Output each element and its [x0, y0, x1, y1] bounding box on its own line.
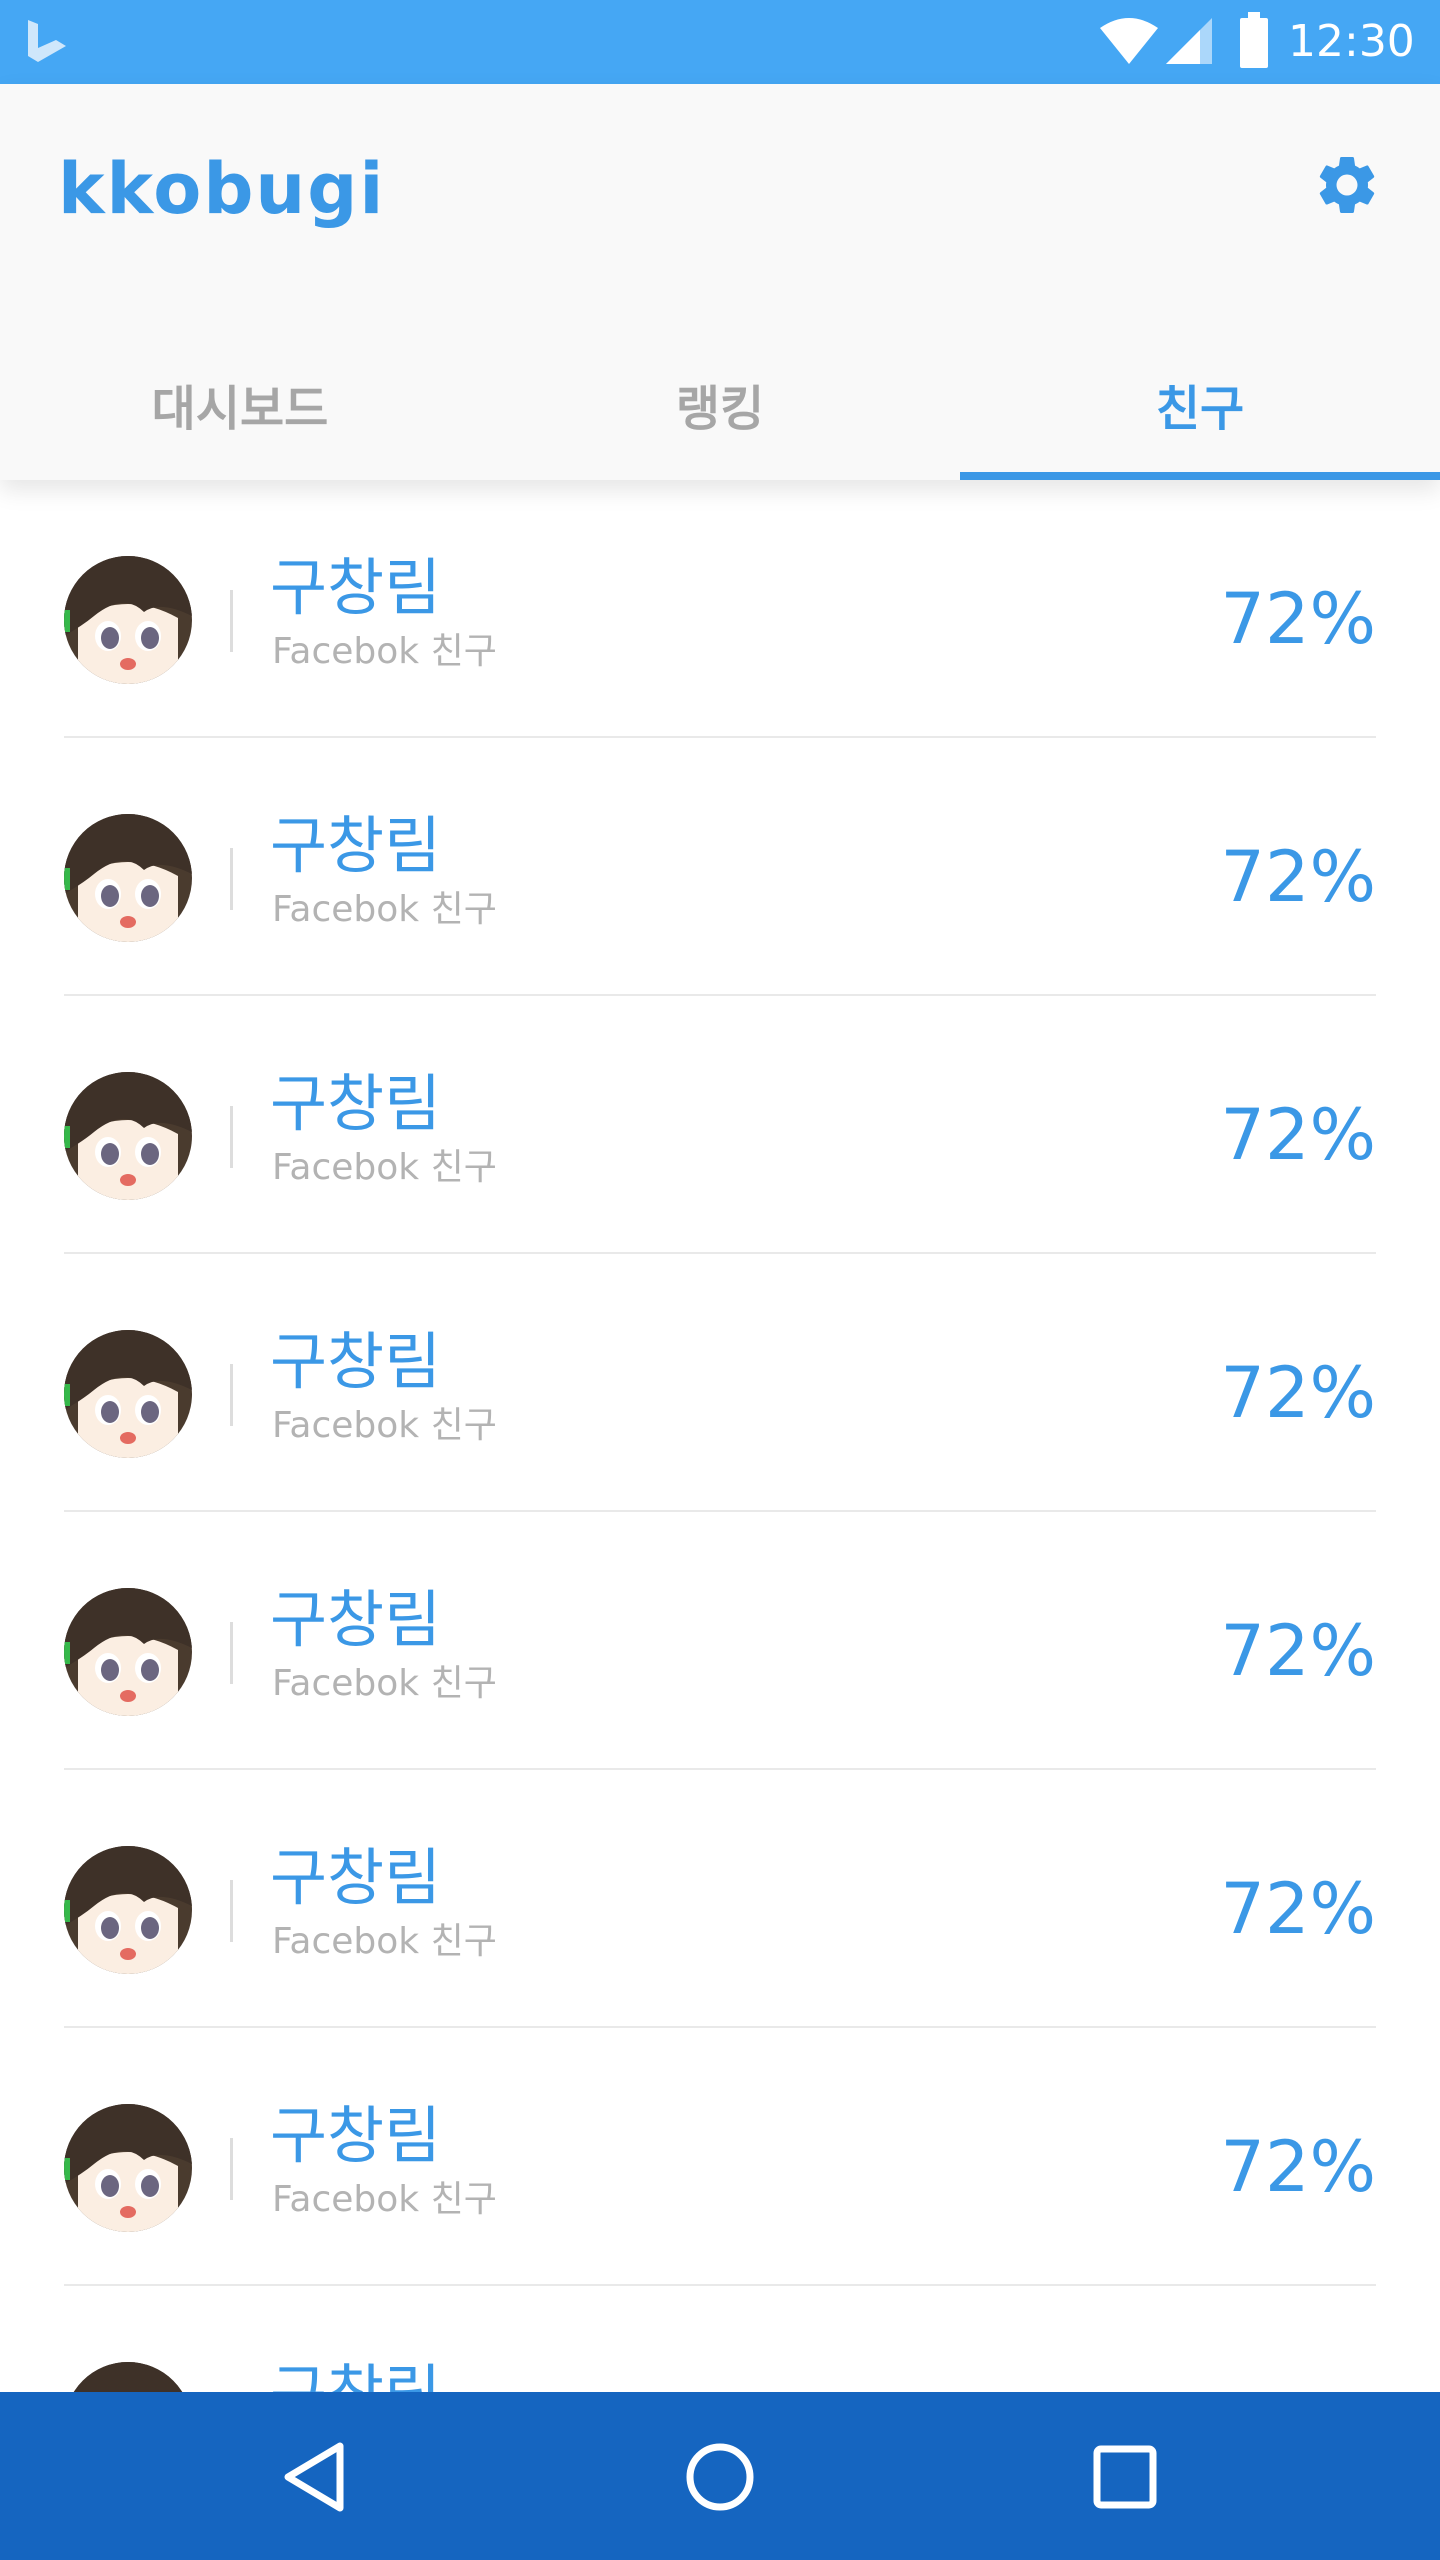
friend-source: Facebok 친구	[272, 889, 497, 930]
friend-source: Facebok 친구	[272, 2179, 497, 2220]
friend-percent: 72%	[1220, 1610, 1376, 1692]
friend-name: 구창림	[270, 2356, 441, 2392]
avatar	[64, 1072, 192, 1200]
avatar	[64, 2362, 192, 2392]
battery-icon	[1240, 12, 1268, 68]
friend-percent: 72%	[1220, 2126, 1376, 2208]
avatar	[64, 1846, 192, 1974]
bing-logo-icon	[28, 20, 66, 62]
friend-name: 구창림	[270, 1325, 442, 1398]
friend-name: 구창림	[270, 2099, 442, 2172]
friend-row[interactable]: 구창림 Facebok 친구 72%	[64, 1512, 1376, 1770]
friend-row[interactable]: 구창림 Facebok 친구 72%	[64, 738, 1376, 996]
friend-source: Facebok 친구	[272, 1921, 497, 1962]
friend-row[interactable]: 구창림 Facebok 친구 72%	[64, 996, 1376, 1254]
row-divider	[230, 590, 233, 652]
back-triangle-icon[interactable]	[270, 2432, 360, 2522]
friend-source: Facebok 친구	[272, 1147, 497, 1188]
avatar	[64, 2104, 192, 2232]
row-divider	[230, 848, 233, 910]
status-clock: 12:30	[1288, 16, 1415, 67]
wifi-icon	[1100, 18, 1158, 64]
avatar	[64, 1330, 192, 1458]
friend-percent: 72%	[1220, 1094, 1376, 1176]
avatar	[64, 814, 192, 942]
friend-name: 구창림	[270, 1583, 442, 1656]
row-divider	[230, 2138, 233, 2200]
row-divider	[230, 1364, 233, 1426]
tab-bar: 대시보드 랭킹 친구	[0, 344, 1440, 480]
gear-icon[interactable]	[1312, 150, 1382, 220]
row-divider	[230, 1106, 233, 1168]
navigation-bar	[0, 2392, 1440, 2560]
cell-signal-icon	[1166, 18, 1212, 64]
friend-row[interactable]: 구창림 Facebok 친구 72%	[64, 1770, 1376, 2028]
row-divider	[230, 1622, 233, 1684]
home-circle-icon[interactable]	[675, 2432, 765, 2522]
tab-ranking[interactable]: 랭킹	[480, 344, 960, 480]
app-header: kkobugi 대시보드 랭킹 친구	[0, 84, 1440, 480]
friend-percent: 72%	[1220, 578, 1376, 660]
friend-row[interactable]: 구창림 Facebok 친구 72%	[64, 480, 1376, 738]
app-title: kkobugi	[58, 148, 386, 230]
avatar	[64, 1588, 192, 1716]
friend-source: Facebok 친구	[272, 1405, 497, 1446]
friend-name: 구창림	[270, 551, 442, 624]
friend-name: 구창림	[270, 1841, 442, 1914]
friend-source: Facebok 친구	[272, 1663, 497, 1704]
avatar	[64, 556, 192, 684]
tab-dashboard[interactable]: 대시보드	[0, 344, 480, 480]
recents-square-icon[interactable]	[1080, 2432, 1170, 2522]
friend-source: Facebok 친구	[272, 631, 497, 672]
status-bar: 12:30	[0, 0, 1440, 84]
friend-percent: 72%	[1220, 1868, 1376, 1950]
friend-row[interactable]: 구창림	[64, 2286, 1376, 2392]
friend-row[interactable]: 구창림 Facebok 친구 72%	[64, 2028, 1376, 2286]
friend-name: 구창림	[270, 1067, 442, 1140]
active-tab-indicator	[960, 472, 1440, 480]
friends-list[interactable]: 구창림 Facebok 친구 72% 구창림 Facebok 친구 72% 구창림 Faceb…	[0, 480, 1440, 2392]
friend-name: 구창림	[270, 809, 442, 882]
friend-percent: 72%	[1220, 1352, 1376, 1434]
tab-friends[interactable]: 친구	[960, 344, 1440, 480]
row-divider	[230, 1880, 233, 1942]
friend-percent: 72%	[1220, 836, 1376, 918]
friend-row[interactable]: 구창림 Facebok 친구 72%	[64, 1254, 1376, 1512]
